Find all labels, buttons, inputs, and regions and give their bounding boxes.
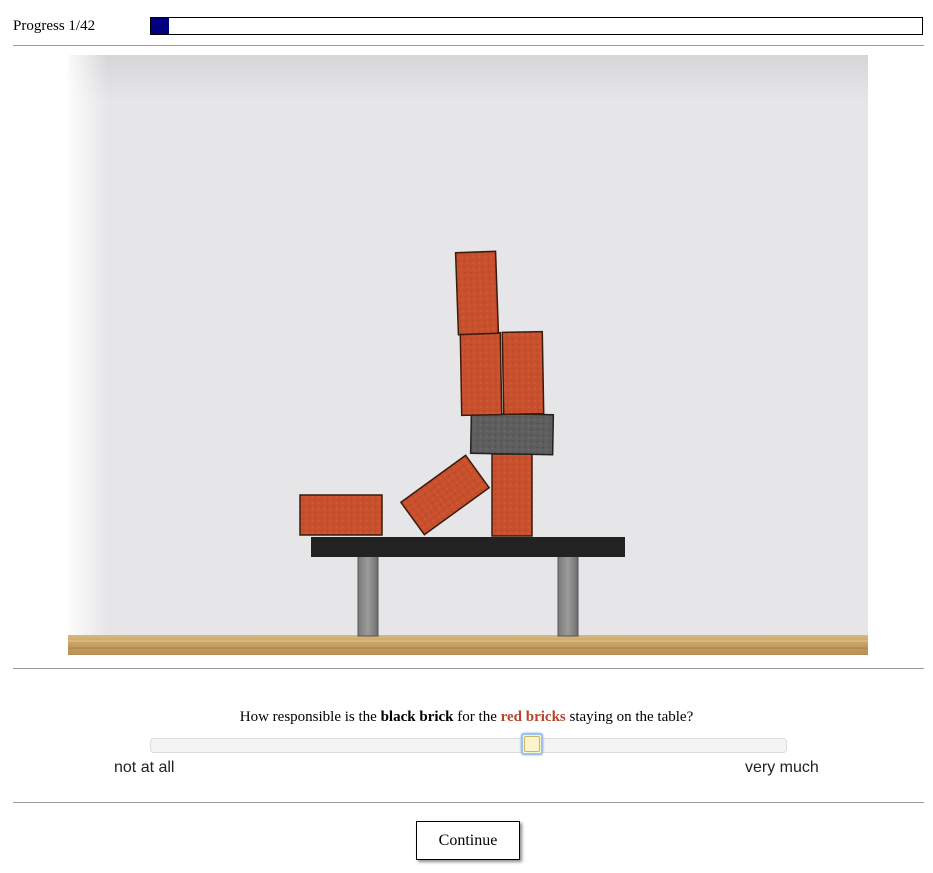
red-brick-base [491, 453, 533, 537]
slider-min-label: not at all [114, 759, 175, 776]
question-suffix: staying on the table? [565, 709, 694, 725]
brick-scene-svg [68, 55, 868, 655]
divider-middle [13, 668, 924, 669]
black-brick [469, 412, 555, 456]
progress-bar [150, 17, 923, 35]
divider-bottom [13, 802, 924, 803]
slider-max-label: very much [745, 759, 819, 776]
floor [68, 635, 868, 655]
responsibility-slider-handle[interactable] [521, 733, 544, 755]
question-red-bricks: red bricks [500, 709, 566, 725]
red-brick-top [454, 250, 500, 336]
table-top [311, 537, 625, 557]
question-text: How responsible is the black brick for t… [0, 707, 933, 727]
question-middle: for the [453, 709, 501, 725]
question-prefix: How responsible is the [239, 709, 381, 725]
progress-bar-fill [151, 18, 170, 34]
progress-label: Progress 1/42 [13, 18, 96, 34]
table-leg-left [357, 555, 379, 637]
continue-button[interactable]: Continue [416, 821, 520, 860]
question-black-brick: black brick [380, 709, 454, 725]
experiment-page: Progress 1/42 How responsible is the bla… [0, 0, 933, 873]
red-brick-upper-right [501, 330, 545, 416]
divider-top [13, 45, 924, 46]
wall-shade [68, 55, 108, 635]
brick-scene [68, 55, 868, 655]
red-brick-left [299, 494, 383, 536]
responsibility-slider-track[interactable] [150, 738, 787, 753]
table-leg-right [557, 555, 579, 637]
red-brick-upper-left [459, 331, 503, 417]
